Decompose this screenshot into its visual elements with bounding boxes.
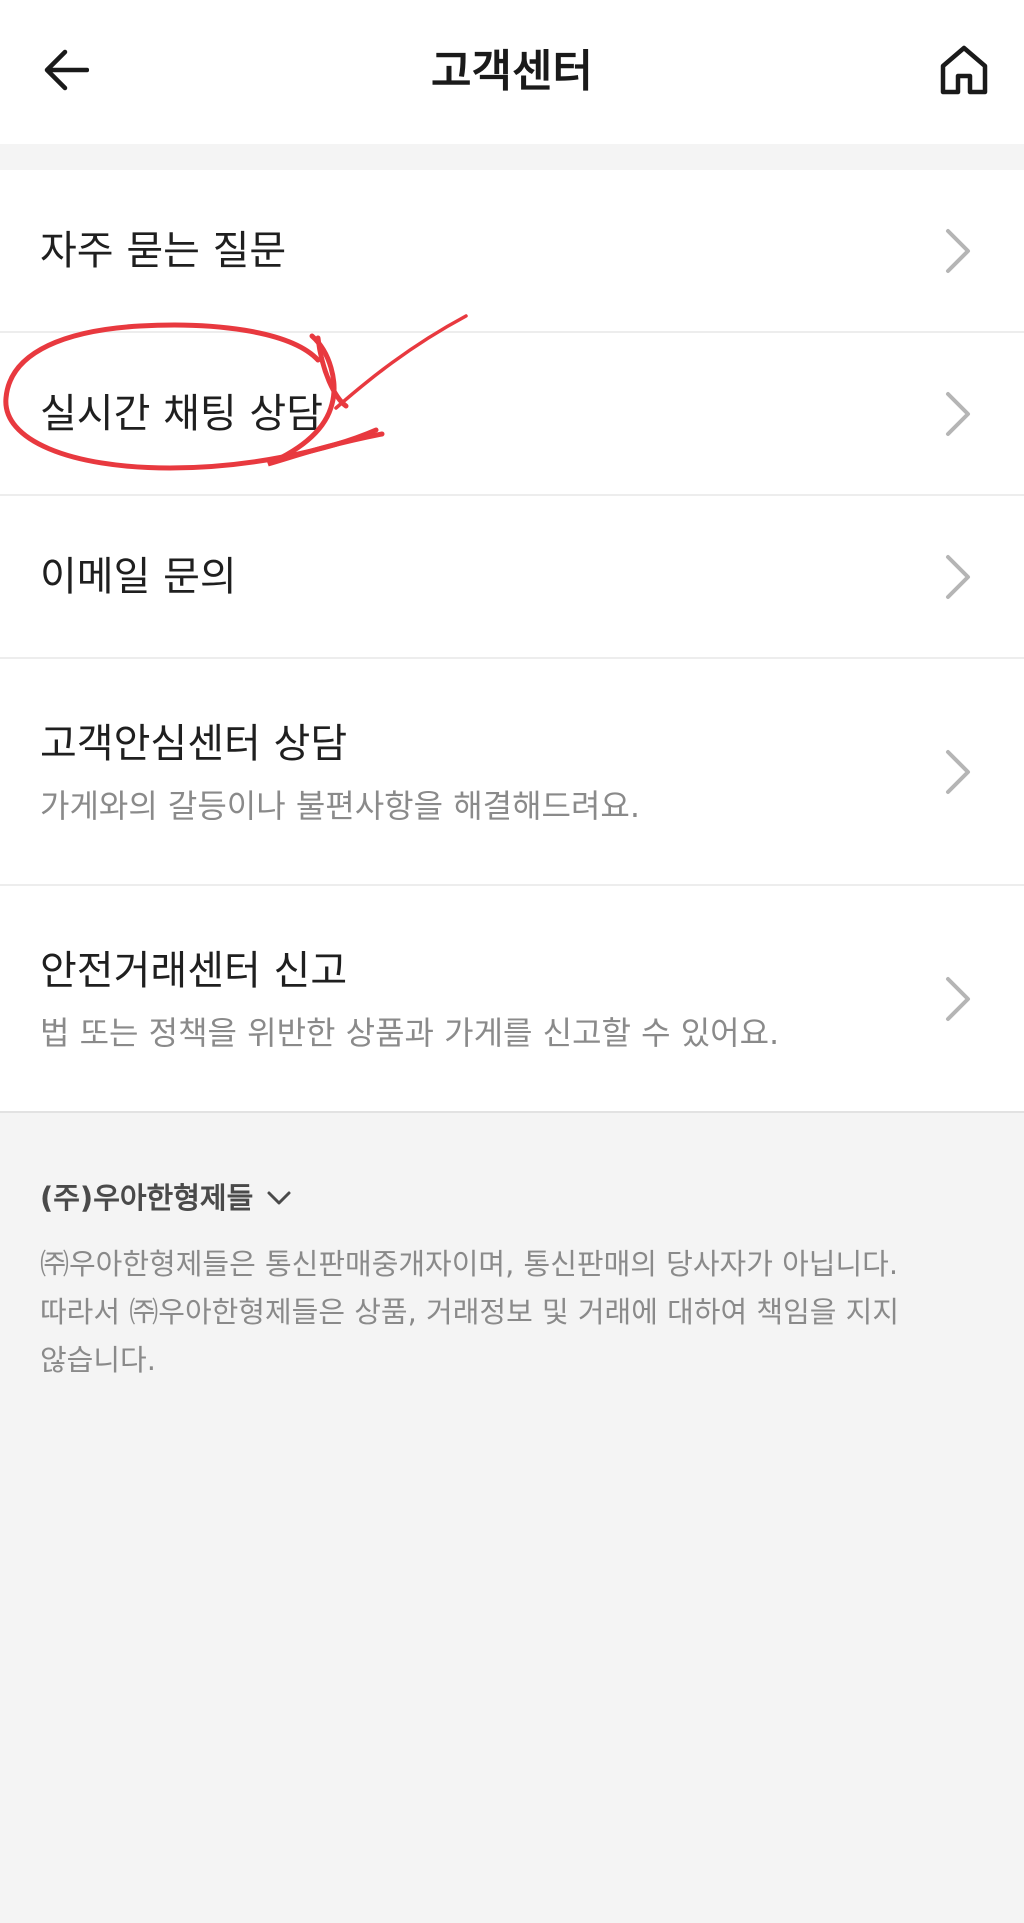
chevron-down-icon	[267, 1191, 291, 1205]
support-menu-list: 자주 묻는 질문 실시간 채팅 상담 이메일 문의 고객안심센터 상담 가게와의…	[0, 170, 1024, 1113]
company-info-toggle[interactable]: (주)우아한형제들	[40, 1176, 293, 1220]
menu-item-faq[interactable]: 자주 묻는 질문	[0, 170, 1024, 333]
menu-item-safe-trade-report[interactable]: 안전거래센터 신고 법 또는 정책을 위반한 상품과 가게를 신고할 수 있어요…	[0, 886, 1024, 1113]
company-name: (주)우아한형제들	[40, 1181, 254, 1215]
home-icon	[940, 45, 988, 95]
menu-item-description: 법 또는 정책을 위반한 상품과 가게를 신고할 수 있어요.	[40, 1014, 780, 1052]
top-bar: 고객센터	[0, 0, 1024, 144]
menu-item-label: 자주 묻는 질문	[40, 228, 287, 274]
chevron-right-icon	[946, 976, 970, 1021]
menu-item-customer-safety-center[interactable]: 고객안심센터 상담 가게와의 갈등이나 불편사항을 해결해드려요.	[0, 659, 1024, 886]
chevron-right-icon	[946, 228, 970, 273]
page: 고객센터 자주 묻는 질문 실시간 채팅 상담 이메일 문의 고객안심센터 상담…	[0, 0, 1024, 1923]
disclaimer-line: ㈜우아한형제들은 통신판매중개자이며, 통신판매의 당사자가 아닙니다.	[40, 1247, 899, 1281]
chevron-right-icon	[946, 391, 970, 436]
menu-item-live-chat[interactable]: 실시간 채팅 상담	[0, 333, 1024, 496]
disclaimer-line: 따라서 ㈜우아한형제들은 상품, 거래정보 및 거래에 대하여 책임을 지지	[40, 1295, 900, 1329]
chevron-right-icon	[946, 554, 970, 599]
menu-item-label: 이메일 문의	[40, 554, 237, 600]
menu-item-label: 안전거래센터 신고	[40, 948, 348, 994]
page-title: 고객센터	[431, 46, 593, 97]
menu-item-description: 가게와의 갈등이나 불편사항을 해결해드려요.	[40, 787, 641, 825]
legal-disclaimer: ㈜우아한형제들은 통신판매중개자이며, 통신판매의 당사자가 아닙니다. 따라서…	[40, 1240, 980, 1384]
menu-item-label: 실시간 채팅 상담	[40, 391, 324, 437]
disclaimer-line: 않습니다.	[40, 1343, 156, 1377]
menu-item-label: 고객안심센터 상담	[40, 721, 348, 767]
menu-item-email-inquiry[interactable]: 이메일 문의	[0, 496, 1024, 659]
chevron-right-icon	[946, 749, 970, 794]
home-button[interactable]	[932, 38, 996, 102]
